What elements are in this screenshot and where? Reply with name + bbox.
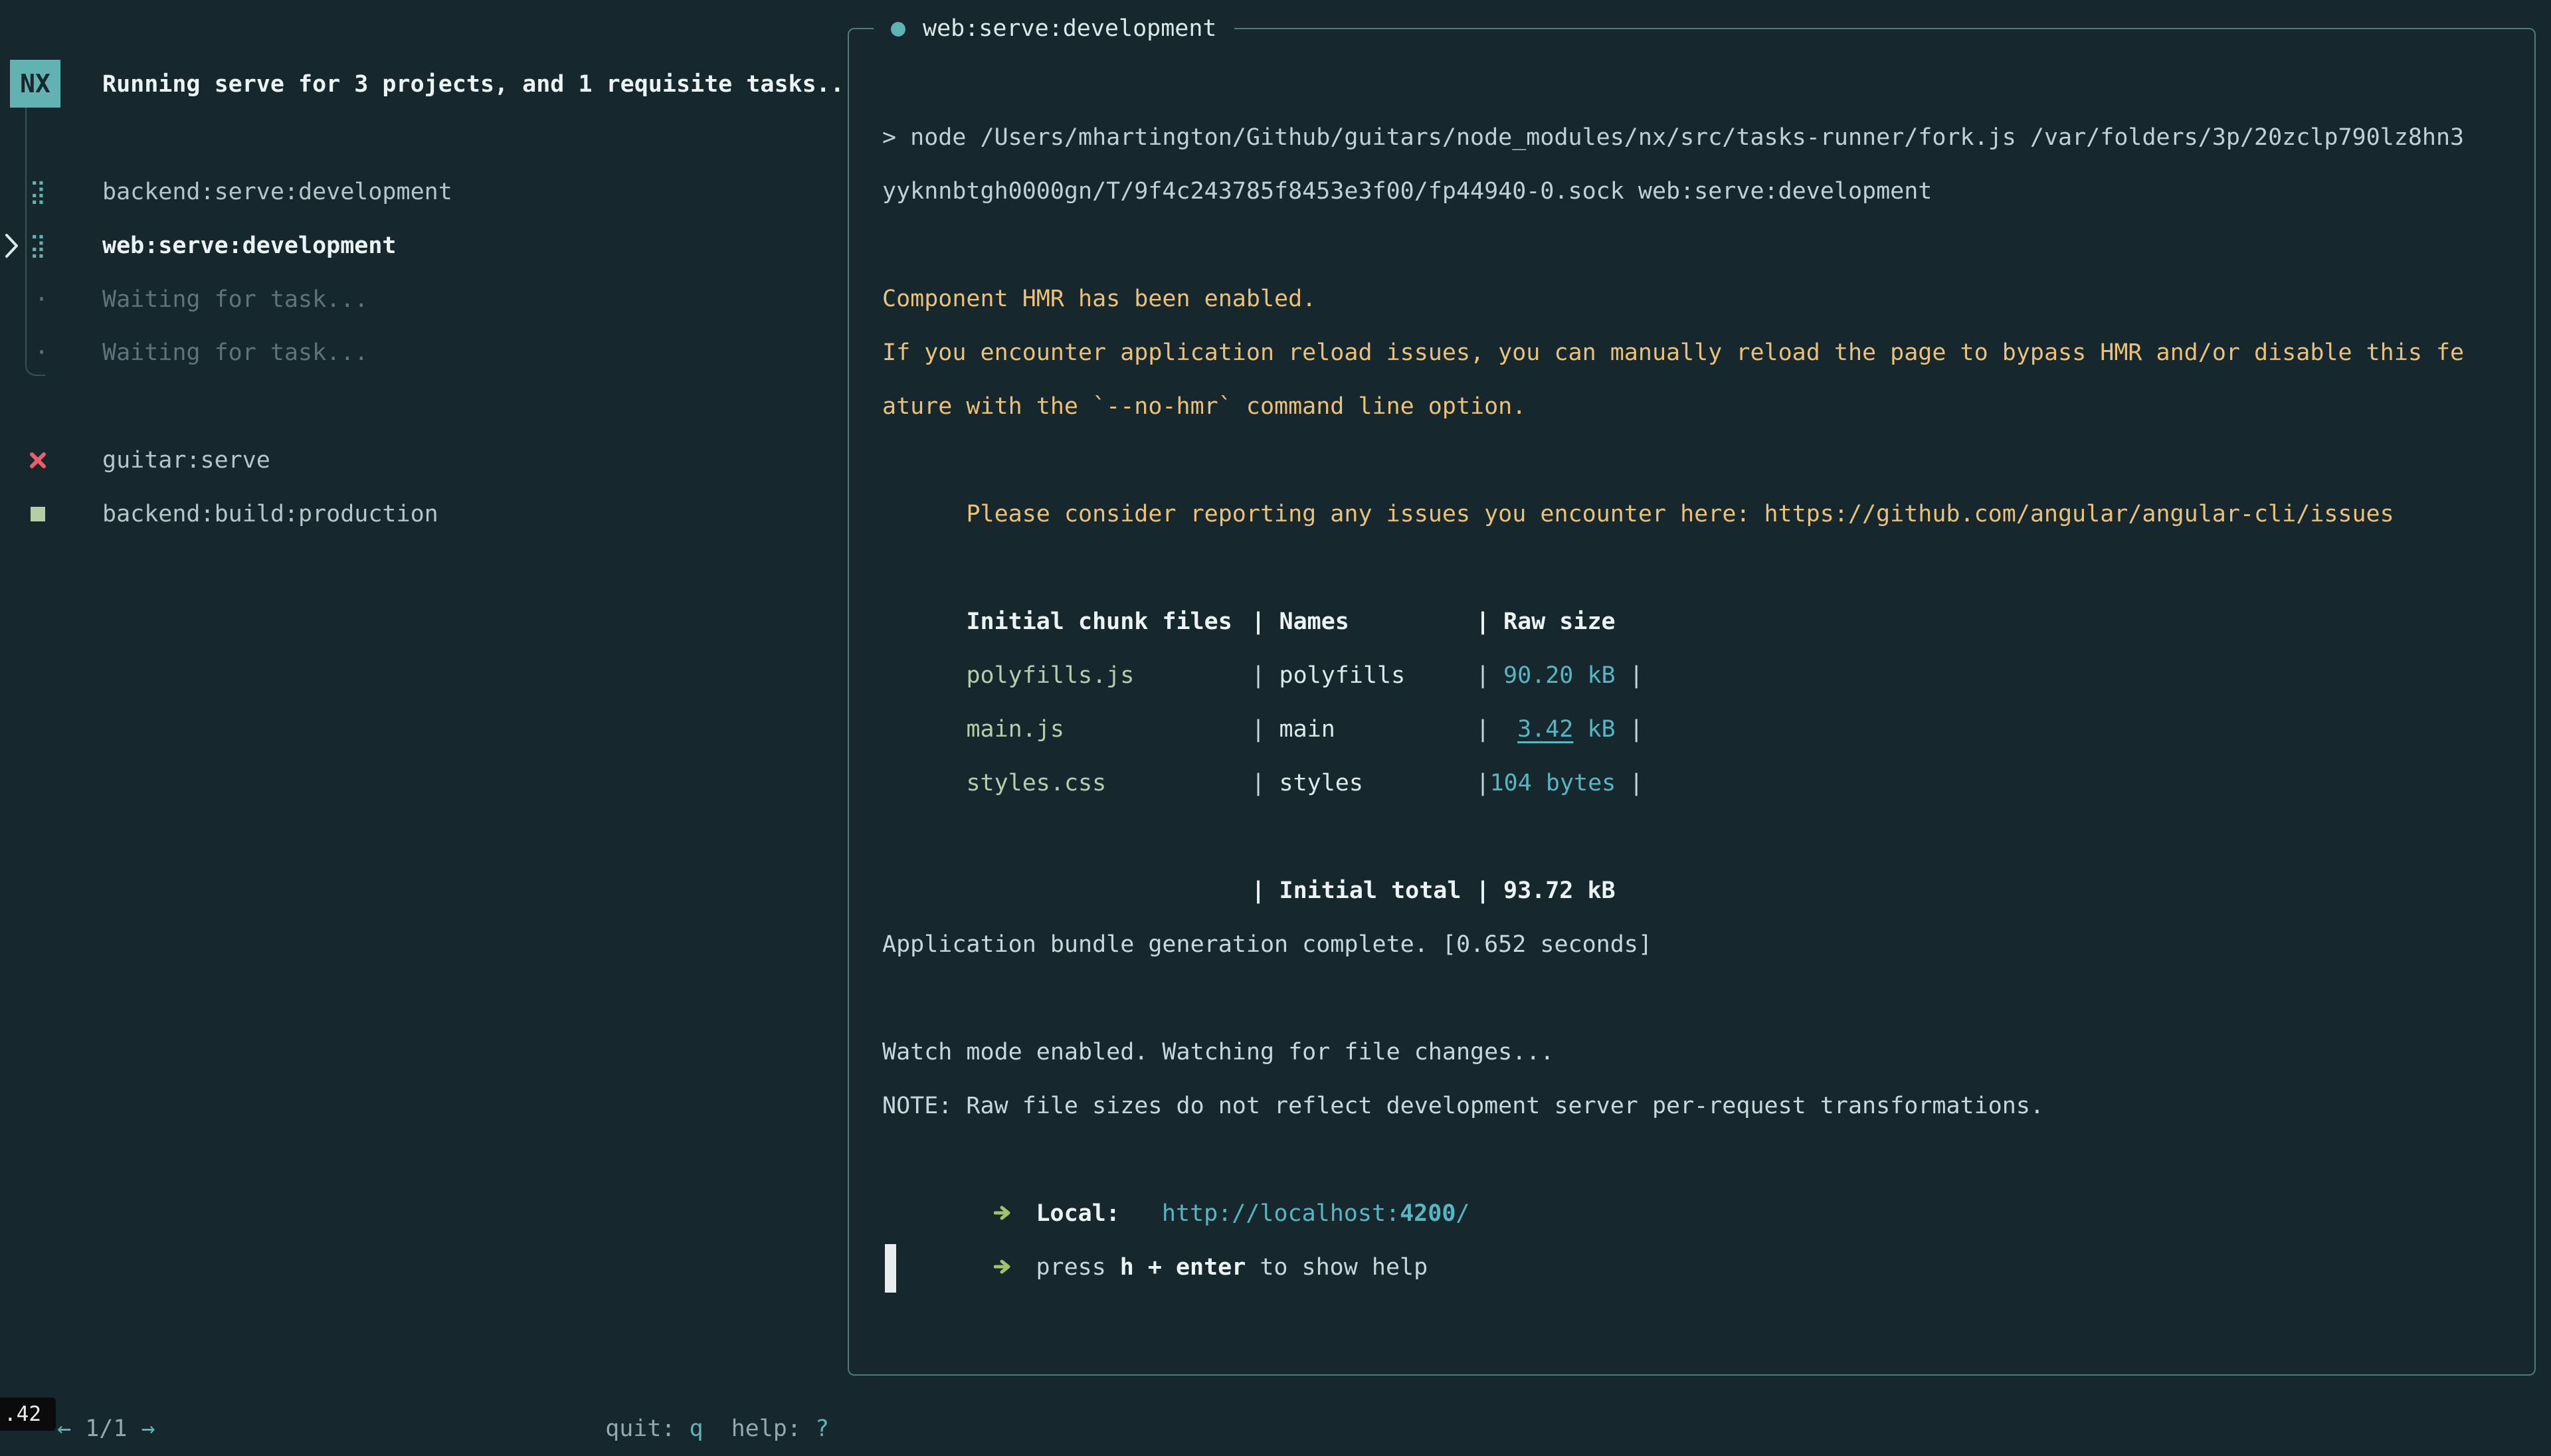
- tasks-heading: Running serve for 3 projects, and 1 requ…: [102, 58, 844, 112]
- spinner-icon: ⣽: [29, 165, 47, 219]
- press-suffix: to show help: [1260, 1254, 1428, 1281]
- local-url[interactable]: http://localhost:4200/: [1162, 1200, 1470, 1227]
- waiting-dot-icon: ·: [35, 326, 48, 380]
- sidebar-item-backend-serve[interactable]: backend:serve:development: [102, 165, 452, 219]
- command-line: > node /Users/mhartington/Github/guitars…: [882, 111, 2464, 165]
- command-line: yyknnbtgh0000gn/T/9f4c243785f8453e3f00/f…: [882, 165, 2464, 219]
- terminal-output: > node /Users/mhartington/Github/guitars…: [882, 111, 2464, 1295]
- help-key: ?: [815, 1415, 829, 1442]
- hmr-message: Component HMR has been enabled.: [882, 272, 2464, 326]
- arrow-right-icon: [994, 1188, 1014, 1241]
- task-output-panel: web:serve:development > node /Users/mhar…: [848, 28, 2536, 1376]
- success-square-icon: [31, 507, 45, 521]
- key-enter: enter: [1176, 1254, 1246, 1281]
- panel-title-label: web:serve:development: [923, 2, 1217, 56]
- sidebar-item-guitar-serve[interactable]: guitar:serve: [102, 434, 270, 488]
- note-message: NOTE: Raw file sizes do not reflect deve…: [882, 1079, 2464, 1133]
- arrow-right-icon: [994, 1241, 1014, 1295]
- local-label: Local:: [1036, 1200, 1119, 1227]
- table-total-row: |Initial total|93.72 kB: [882, 810, 2464, 864]
- task-running-dot-icon: [891, 22, 905, 37]
- pager-position: 1/1: [85, 1415, 127, 1442]
- sidebar-item-waiting-2[interactable]: Waiting for task...: [102, 326, 368, 380]
- failed-cross-icon: [27, 449, 49, 478]
- bundle-complete-message: Application bundle generation complete. …: [882, 918, 2464, 972]
- sidebar-item-backend-build[interactable]: backend:build:production: [102, 488, 438, 541]
- watch-mode-message: Watch mode enabled. Watching for file ch…: [882, 1026, 2464, 1079]
- help-label: help:: [731, 1415, 801, 1442]
- press-word: press: [1036, 1254, 1105, 1281]
- pager-next-icon[interactable]: →: [141, 1415, 155, 1442]
- hmr-report-prefix: Please consider reporting any issues you…: [966, 501, 1750, 527]
- panel-title: web:serve:development: [874, 2, 1234, 56]
- pager-controls: ←1/1→: [29, 1348, 155, 1402]
- quit-key: q: [690, 1415, 704, 1442]
- keyboard-hints: quit:qhelp:?: [577, 1348, 829, 1402]
- hmr-report-line: Please consider reporting any issues you…: [882, 434, 2464, 488]
- waiting-dot-icon: ·: [35, 273, 48, 327]
- key-h: h: [1120, 1254, 1134, 1281]
- local-url-line: Local:http://localhost:4200/: [882, 1133, 2464, 1187]
- sidebar-item-web-serve-selected[interactable]: web:serve:development: [102, 219, 397, 273]
- pager-prev-icon[interactable]: ←: [57, 1415, 71, 1442]
- nx-logo-badge: NX: [10, 60, 60, 108]
- hmr-message: If you encounter application reload issu…: [882, 326, 2464, 380]
- spinner-icon: ⣽: [29, 219, 47, 273]
- selection-chevron-icon: [4, 231, 20, 266]
- quit-label: quit:: [605, 1415, 675, 1442]
- position-overlay: .42: [0, 1398, 56, 1431]
- sidebar-item-waiting-1[interactable]: Waiting for task...: [102, 273, 368, 327]
- chunk-table-header: Initial chunk files|Names|Raw size: [882, 541, 2464, 595]
- hmr-message: ature with the `--no-hmr` command line o…: [882, 380, 2464, 434]
- plus-sign: +: [1148, 1254, 1162, 1281]
- terminal-cursor[interactable]: [885, 1244, 896, 1293]
- hmr-report-link[interactable]: https://github.com/angular/angular-cli/i…: [1764, 501, 2394, 527]
